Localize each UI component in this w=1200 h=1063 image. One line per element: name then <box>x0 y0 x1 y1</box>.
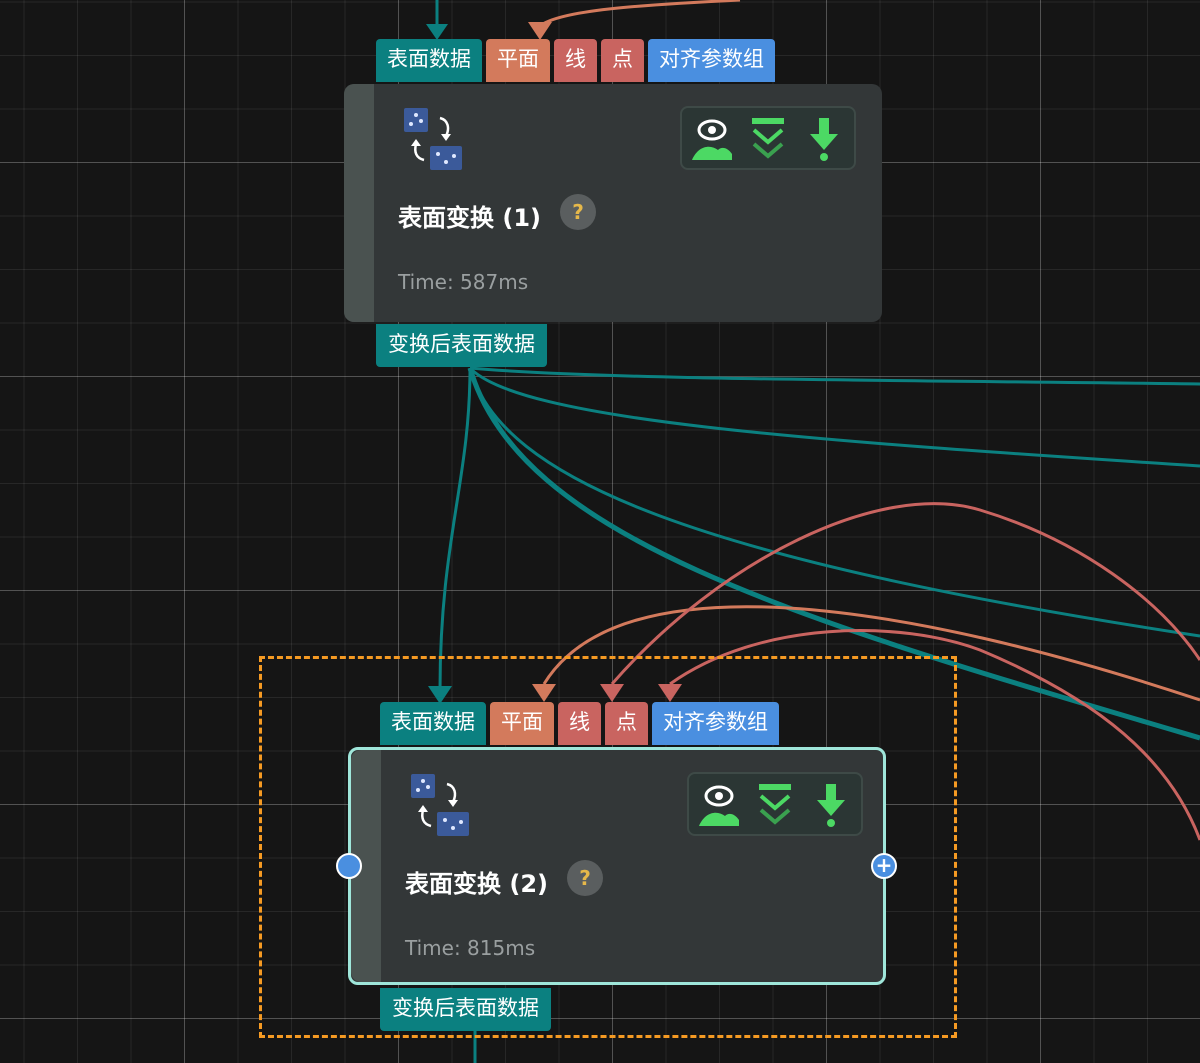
node-actions <box>680 106 856 170</box>
port-surface-data[interactable]: 表面数据 <box>380 702 486 745</box>
node-title: 表面变换 (2) <box>405 870 548 898</box>
download-arrow-icon[interactable] <box>809 782 853 828</box>
node-2-input-ports: 表面数据 平面 线 点 对齐参数组 <box>380 702 779 745</box>
node-time: Time: 587ms <box>398 270 529 294</box>
output-port-transformed-surface[interactable]: 变换后表面数据 <box>380 988 551 1031</box>
node-surface-transform-2[interactable]: 表面变换 (2) ? Time: 815ms <box>348 747 886 985</box>
port-point[interactable]: 点 <box>605 702 648 745</box>
help-icon[interactable]: ? <box>560 194 596 230</box>
download-arrow-icon[interactable] <box>802 116 846 162</box>
output-port-transformed-surface[interactable]: 变换后表面数据 <box>376 324 547 367</box>
eye-icon[interactable] <box>697 782 741 828</box>
collapse-chevrons-icon[interactable] <box>746 116 790 162</box>
wire-out-1a <box>469 366 1200 386</box>
node-title: 表面变换 (1) <box>398 204 541 232</box>
add-connection-icon[interactable]: + <box>871 853 897 879</box>
port-align-params[interactable]: 对齐参数组 <box>652 702 779 745</box>
help-icon[interactable]: ? <box>567 860 603 896</box>
port-line[interactable]: 线 <box>558 702 601 745</box>
node-time: Time: 815ms <box>405 936 536 960</box>
wire-arrow-surface-1 <box>426 24 448 40</box>
collapse-chevrons-icon[interactable] <box>753 782 797 828</box>
graph-canvas[interactable]: 表面数据 平面 线 点 对齐参数组 表面变换 (1) ? Time: 587ms <box>0 0 1200 1063</box>
eye-icon[interactable] <box>690 116 734 162</box>
port-plane[interactable]: 平面 <box>486 39 550 82</box>
wire-arrow-plane-1 <box>528 22 552 40</box>
node-actions <box>687 772 863 836</box>
wire-out-1-to-2 <box>438 367 472 691</box>
surface-transform-icon <box>411 774 469 836</box>
port-point[interactable]: 点 <box>601 39 644 82</box>
surface-transform-icon <box>404 108 462 170</box>
wire-in-plane-1 <box>539 0 741 28</box>
node-1-input-ports: 表面数据 平面 线 点 对齐参数组 <box>376 39 775 82</box>
node-strip <box>344 84 374 322</box>
port-surface-data[interactable]: 表面数据 <box>376 39 482 82</box>
left-connector-dot[interactable] <box>336 853 362 879</box>
port-plane[interactable]: 平面 <box>490 702 554 745</box>
node-surface-transform-1[interactable]: 表面变换 (1) ? Time: 587ms <box>344 84 882 322</box>
port-line[interactable]: 线 <box>554 39 597 82</box>
port-align-params[interactable]: 对齐参数组 <box>648 39 775 82</box>
